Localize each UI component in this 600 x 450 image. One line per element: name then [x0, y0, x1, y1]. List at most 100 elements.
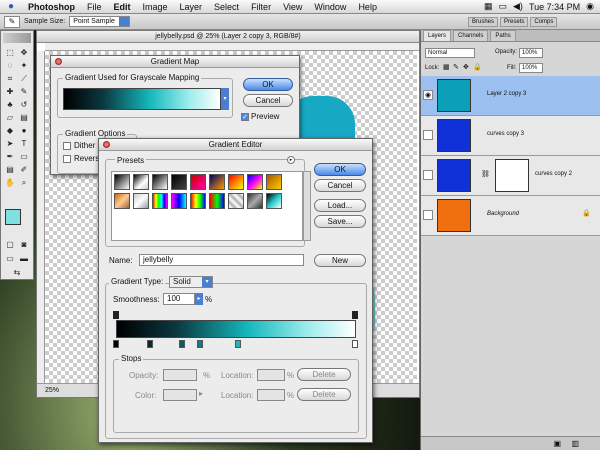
preview-checkbox[interactable]: ✓	[241, 113, 249, 121]
layer-name[interactable]: curves copy 2	[535, 171, 572, 177]
opacity-stop-right[interactable]	[352, 311, 358, 319]
preset-swatch[interactable]	[228, 193, 244, 209]
smoothness-arrow-icon[interactable]: ▸	[195, 293, 203, 305]
menu-view[interactable]: View	[277, 2, 308, 12]
brush-tool-icon[interactable]: ✎	[18, 86, 30, 97]
layer-row[interactable]: ⛓ curves copy 2	[421, 156, 600, 196]
lasso-tool-icon[interactable]: ◌	[4, 60, 16, 71]
preset-swatch[interactable]	[247, 174, 263, 190]
color-stop[interactable]	[352, 340, 358, 348]
opacity-location-input[interactable]	[257, 369, 285, 381]
shape-tool-icon[interactable]: ▭	[18, 151, 30, 162]
history-brush-tool-icon[interactable]: ↺	[18, 99, 30, 110]
menu-app[interactable]: Photoshop	[22, 2, 81, 12]
tab-brushes[interactable]: Brushes	[468, 17, 499, 27]
gradient-preview[interactable]	[63, 88, 221, 110]
gradient-type-select[interactable]: Solid ▾	[169, 276, 213, 288]
blend-mode-select[interactable]: Normal	[425, 48, 475, 58]
layer-name[interactable]: Background	[487, 211, 519, 217]
new-gradient-button[interactable]: New	[314, 254, 366, 267]
link-icon[interactable]: ⛓	[481, 170, 490, 178]
eyedropper-tool-icon[interactable]: ✎	[4, 15, 20, 28]
eraser-tool-icon[interactable]: ▱	[4, 112, 16, 123]
menu-file[interactable]: File	[81, 2, 108, 12]
new-layer-icon[interactable]: ▣	[553, 439, 561, 448]
color-stop[interactable]	[147, 340, 153, 348]
foreground-color-swatch[interactable]	[5, 209, 21, 225]
imageready-icon[interactable]: ⇆	[11, 267, 23, 278]
dodge-tool-icon[interactable]: ●	[18, 125, 30, 136]
menu-help[interactable]: Help	[352, 2, 383, 12]
close-icon[interactable]	[103, 141, 110, 148]
volume-icon[interactable]: ◀)	[513, 1, 523, 12]
layer-name[interactable]: curves copy 3	[487, 131, 524, 137]
layer-mask-thumbnail[interactable]	[495, 159, 529, 192]
load-button[interactable]: Load...	[314, 199, 366, 212]
layer-row[interactable]: curves copy 3	[421, 116, 600, 156]
visibility-eye-icon[interactable]	[423, 170, 433, 180]
tab-paths[interactable]: Paths	[490, 30, 516, 41]
gradient-name-input[interactable]: jellybelly	[139, 254, 304, 266]
preset-swatch[interactable]	[152, 193, 168, 209]
zoom-tool-icon[interactable]: ⌕	[18, 177, 30, 188]
color-stop[interactable]	[235, 340, 241, 348]
type-tool-icon[interactable]: T	[18, 138, 30, 149]
preset-swatch[interactable]	[266, 174, 282, 190]
lock-position-icon[interactable]: ✥	[463, 63, 469, 71]
visibility-eye-icon[interactable]	[423, 210, 433, 220]
help-icon[interactable]: ◉	[586, 1, 594, 12]
trash-icon[interactable]: ▥	[571, 439, 579, 448]
marquee-tool-icon[interactable]: ⬚	[4, 47, 16, 58]
gradient-dropdown-arrow-icon[interactable]: ▾	[221, 88, 229, 110]
color-stop[interactable]	[179, 340, 185, 348]
tab-layers[interactable]: Layers	[423, 30, 452, 41]
eyedropper-icon[interactable]: ✐	[18, 164, 30, 175]
preset-swatch[interactable]	[247, 193, 263, 209]
layer-row[interactable]: Background 🔒	[421, 196, 600, 236]
preset-swatch[interactable]	[209, 193, 225, 209]
preset-swatch[interactable]	[171, 174, 187, 190]
display-icon[interactable]: ▭	[499, 1, 508, 12]
menu-layer[interactable]: Layer	[174, 2, 209, 12]
preset-swatch[interactable]	[114, 193, 130, 209]
gradient-editor-ok-button[interactable]: OK	[314, 163, 366, 176]
tab-channels[interactable]: Channels	[453, 30, 489, 41]
save-button[interactable]: Save...	[314, 215, 366, 228]
opacity-stop-left[interactable]	[113, 311, 119, 319]
preset-swatch[interactable]	[171, 193, 187, 209]
visibility-eye-icon[interactable]: ◉	[423, 90, 433, 100]
hand-tool-icon[interactable]: ✋	[4, 177, 16, 188]
quickmask-mode-icon[interactable]: ◙	[18, 239, 30, 250]
magic-wand-tool-icon[interactable]: ✦	[18, 60, 30, 71]
preset-swatch[interactable]	[228, 174, 244, 190]
visibility-eye-icon[interactable]	[423, 130, 433, 140]
menu-filter[interactable]: Filter	[245, 2, 277, 12]
preset-swatch[interactable]	[114, 174, 130, 190]
lock-image-icon[interactable]: ✎	[453, 63, 459, 71]
crop-tool-icon[interactable]: ⌗	[4, 73, 16, 84]
fullscreen-mode-icon[interactable]: ▬	[18, 253, 30, 264]
apple-menu-icon[interactable]: ●	[0, 1, 22, 12]
sample-size-select[interactable]: Point Sample	[69, 16, 130, 27]
gradient-editor-cancel-button[interactable]: Cancel	[314, 179, 366, 192]
gradient-map-ok-button[interactable]: OK	[243, 78, 293, 91]
move-tool-icon[interactable]: ✥	[18, 47, 30, 58]
gradient-tool-icon[interactable]: ▤	[18, 112, 30, 123]
preset-swatch[interactable]	[209, 174, 225, 190]
path-select-tool-icon[interactable]: ➤	[4, 138, 16, 149]
blur-tool-icon[interactable]: ◆	[4, 125, 16, 136]
tab-presets[interactable]: Presets	[500, 17, 529, 27]
screen-mode-icon[interactable]: ▭	[4, 253, 16, 264]
menu-edit[interactable]: Edit	[108, 2, 137, 12]
stop-color-swatch[interactable]	[163, 389, 197, 401]
preset-swatch[interactable]	[133, 193, 149, 209]
layer-name[interactable]: Layer 2 copy 3	[487, 91, 526, 97]
tab-comps[interactable]: Comps	[530, 17, 558, 27]
preset-swatch[interactable]	[190, 174, 206, 190]
preset-swatch[interactable]	[133, 174, 149, 190]
lock-all-icon[interactable]: 🔒	[473, 63, 482, 71]
menu-image[interactable]: Image	[137, 2, 174, 12]
close-icon[interactable]	[55, 58, 62, 65]
healing-tool-icon[interactable]: ✚	[4, 86, 16, 97]
layer-opacity-input[interactable]: 100%	[519, 48, 543, 58]
